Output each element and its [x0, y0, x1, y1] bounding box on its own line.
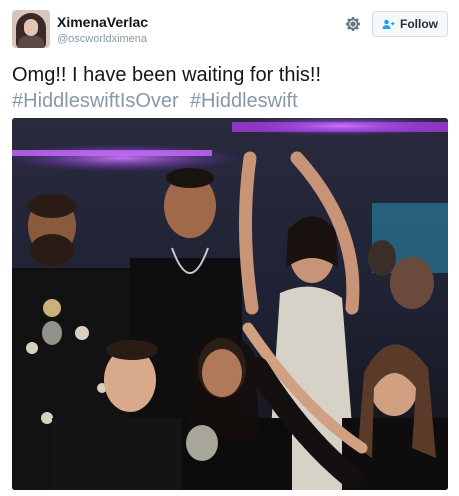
- avatar[interactable]: [12, 10, 50, 48]
- user-name[interactable]: XimenaVerlac: [57, 14, 148, 30]
- gear-icon[interactable]: [344, 15, 362, 33]
- hashtag-link[interactable]: #HiddleswiftIsOver: [12, 90, 179, 112]
- follow-button[interactable]: Follow: [372, 11, 448, 37]
- add-user-icon: [382, 19, 395, 29]
- tweet-text: Omg!! I have been waiting for this!! #Hi…: [12, 62, 448, 114]
- tweet-body: Omg!! I have been waiting for this!!: [12, 64, 322, 86]
- tweet-photo[interactable]: [12, 118, 448, 490]
- tweet-card: XimenaVerlac @oscworldximena Follow Omg!…: [0, 0, 459, 496]
- follow-label: Follow: [400, 17, 438, 31]
- user-handle[interactable]: @oscworldximena: [57, 33, 147, 45]
- hashtag-link[interactable]: #Hiddleswift: [190, 90, 298, 112]
- party-photo: [12, 118, 448, 490]
